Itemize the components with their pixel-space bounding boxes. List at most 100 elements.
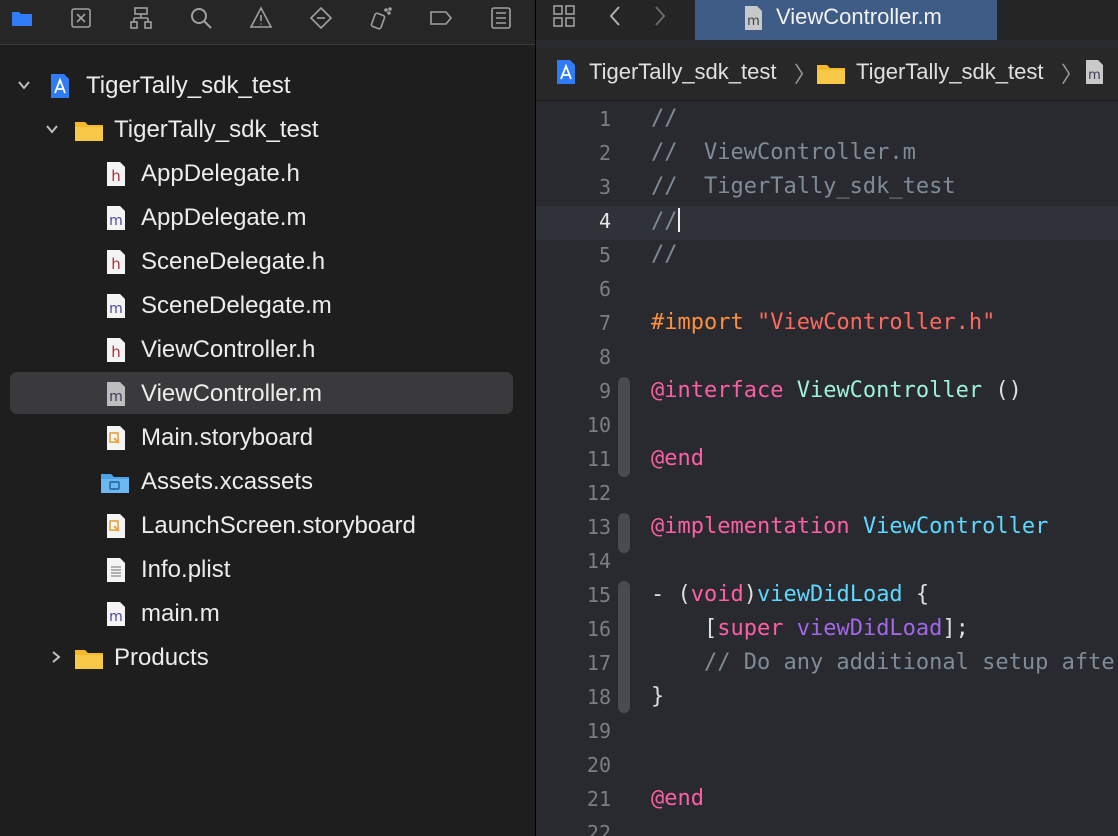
folder-icon	[74, 645, 104, 671]
line-number: 5	[598, 243, 611, 267]
chevron-down-icon[interactable]	[44, 120, 60, 138]
tree-item-label: SceneDelegate.h	[141, 248, 326, 275]
tree-item-group-folder[interactable]: Products	[10, 636, 513, 678]
line-number: 11	[586, 447, 611, 471]
line-number: 4	[598, 209, 611, 233]
project-navigator: TigerTally_sdk_test TigerTally_sdk_test …	[0, 0, 535, 836]
header-file-icon: h	[103, 337, 129, 363]
line-number: 14	[586, 549, 611, 573]
back-chevron-icon[interactable]	[602, 2, 630, 30]
code-text: //	[651, 242, 678, 267]
code-text: @interface ViewController ()	[651, 378, 1022, 403]
tree-item-file[interactable]: LaunchScreen.storyboard	[10, 504, 513, 546]
svg-text:m: m	[747, 14, 760, 29]
text-caret	[677, 208, 680, 232]
xcode-window: TigerTally_sdk_test TigerTally_sdk_test …	[0, 0, 1118, 836]
breadcrumb-separator: 〉	[794, 62, 817, 87]
chevron-down-icon[interactable]	[16, 76, 32, 94]
tree-item-file[interactable]: m AppDelegate.m	[10, 196, 513, 238]
code-line: 14	[536, 546, 1118, 580]
tree-item-label: SceneDelegate.m	[141, 292, 332, 319]
breakpoint-tag-icon[interactable]	[427, 4, 455, 32]
tree-item-label: AppDelegate.h	[141, 160, 300, 187]
code-text: - (void)viewDidLoad {	[651, 582, 930, 607]
code-line: 2 // ViewController.m	[536, 138, 1118, 172]
line-number: 2	[598, 141, 611, 165]
tree-item-label: Products	[114, 644, 209, 671]
code-area[interactable]: 1 // 2 // ViewController.m 3 // TigerTal…	[536, 101, 1118, 836]
tree-item-group-folder[interactable]: TigerTally_sdk_test	[10, 108, 513, 150]
svg-text:h: h	[111, 343, 121, 361]
code-line: 8	[536, 342, 1118, 376]
code-text: #import "ViewController.h"	[651, 310, 996, 335]
folder-icon	[74, 117, 104, 143]
tree-item-label: Main.storyboard	[141, 424, 314, 451]
line-number: 1	[598, 107, 611, 131]
code-text: @implementation ViewController	[651, 514, 1049, 539]
code-line: 11 @end	[536, 444, 1118, 478]
xcodeproj-icon	[47, 73, 73, 99]
code-line: 19	[536, 716, 1118, 750]
tree-item-file[interactable]: m SceneDelegate.m	[10, 284, 513, 326]
code-line: 17 // Do any additional setup after load…	[536, 648, 1118, 682]
tree-item-file[interactable]: m main.m	[10, 592, 513, 634]
svg-text:m: m	[109, 389, 123, 405]
tree-item-file[interactable]: h ViewController.h	[10, 328, 513, 370]
related-items-grid-icon[interactable]	[550, 2, 578, 30]
code-line: 7 #import "ViewController.h"	[536, 308, 1118, 342]
tree-item-project[interactable]: TigerTally_sdk_test	[10, 64, 513, 106]
code-line: 15 - (void)viewDidLoad {	[536, 580, 1118, 614]
debug-spray-icon[interactable]	[367, 4, 395, 32]
line-number: 7	[598, 311, 611, 335]
objc-file-icon: m	[103, 601, 129, 627]
forward-chevron-icon[interactable]	[645, 2, 673, 30]
line-number: 18	[586, 685, 611, 709]
tree-item-label: TigerTally_sdk_test	[114, 116, 319, 143]
code-line: 18 }	[536, 682, 1118, 716]
line-number: 22	[586, 821, 611, 836]
breadcrumb-project[interactable]: TigerTally_sdk_test	[589, 59, 776, 85]
breadcrumb-group[interactable]: TigerTally_sdk_test	[856, 59, 1043, 85]
code-line: 3 // TigerTally_sdk_test	[536, 172, 1118, 206]
tree-item-file[interactable]: h SceneDelegate.h	[10, 240, 513, 282]
tree-item-label: ViewController.h	[141, 336, 316, 363]
code-line: 1 //	[536, 104, 1118, 138]
objc-file-icon: m	[103, 381, 129, 407]
code-text: // Do any additional setup after loading…	[703, 650, 1118, 675]
tree-item-label: LaunchScreen.storyboard	[141, 512, 416, 539]
hierarchy-icon[interactable]	[127, 4, 155, 32]
line-number: 21	[586, 787, 611, 811]
report-list-icon[interactable]	[487, 4, 515, 32]
test-diamond-icon[interactable]	[307, 4, 335, 32]
tree-item-label: TigerTally_sdk_test	[86, 72, 291, 99]
tree-item-file[interactable]: Info.plist	[10, 548, 513, 590]
code-line: 10	[536, 410, 1118, 444]
search-icon[interactable]	[187, 4, 215, 32]
tree-item-label: AppDelegate.m	[141, 204, 307, 231]
code-line-current: 4 //	[536, 206, 1118, 240]
tree-item-file[interactable]: Assets.xcassets	[10, 460, 513, 502]
line-number: 3	[598, 175, 611, 199]
folder-icon[interactable]	[8, 4, 36, 32]
header-file-icon: h	[103, 161, 129, 187]
tree-item-label: main.m	[141, 600, 220, 627]
source-control-icon[interactable]	[67, 4, 95, 32]
tree-item-file-selected[interactable]: m ViewController.m	[10, 372, 513, 414]
folder-icon	[817, 65, 845, 84]
chevron-right-icon[interactable]	[48, 648, 64, 666]
header-file-icon: h	[103, 249, 129, 275]
line-number: 10	[586, 413, 611, 437]
code-line: 22	[536, 818, 1118, 836]
tab-viewcontroller-m[interactable]: m ViewController.m	[695, 0, 997, 40]
warning-icon[interactable]	[247, 4, 275, 32]
xcodeproj-icon	[557, 60, 575, 84]
plist-icon	[103, 557, 129, 583]
line-number: 13	[586, 515, 611, 539]
tree-item-file[interactable]: Main.storyboard	[10, 416, 513, 458]
jump-bar: TigerTally_sdk_test 〉 TigerTally_sdk_tes…	[536, 48, 1118, 101]
code-line: 9 @interface ViewController ()	[536, 376, 1118, 410]
tree-item-label: Assets.xcassets	[141, 468, 314, 495]
line-number: 20	[586, 753, 611, 777]
code-line: 20	[536, 750, 1118, 784]
tree-item-file[interactable]: h AppDelegate.h	[10, 152, 513, 194]
